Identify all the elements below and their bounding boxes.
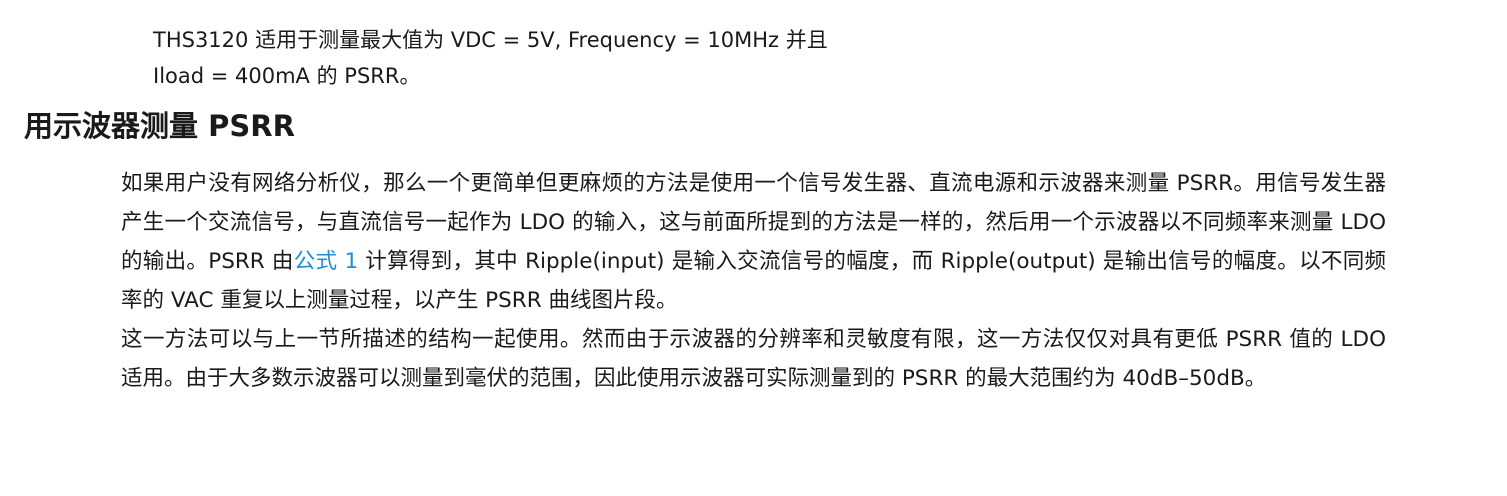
body-paragraph-1: 如果用户没有网络分析仪，那么一个更简单但更麻烦的方法是使用一个信号发生器、直流电… [121, 164, 1386, 320]
intro-paragraph: THS3120 适用于测量最大值为 VDC = 5V, Frequency = … [153, 22, 913, 94]
section-body: 如果用户没有网络分析仪，那么一个更简单但更麻烦的方法是使用一个信号发生器、直流电… [121, 164, 1386, 399]
intro-line-1: THS3120 适用于测量最大值为 VDC = 5V, Frequency = … [153, 28, 828, 52]
section-heading: 用示波器测量 PSRR [24, 109, 295, 143]
body-paragraph-2: 这一方法可以与上一节所描述的结构一起使用。然而由于示波器的分辨率和灵敏度有限，这… [121, 327, 1386, 392]
intro-line-2: Iload = 400mA 的 PSRR。 [153, 64, 421, 88]
formula-1-link[interactable]: 公式 1 [294, 249, 358, 274]
